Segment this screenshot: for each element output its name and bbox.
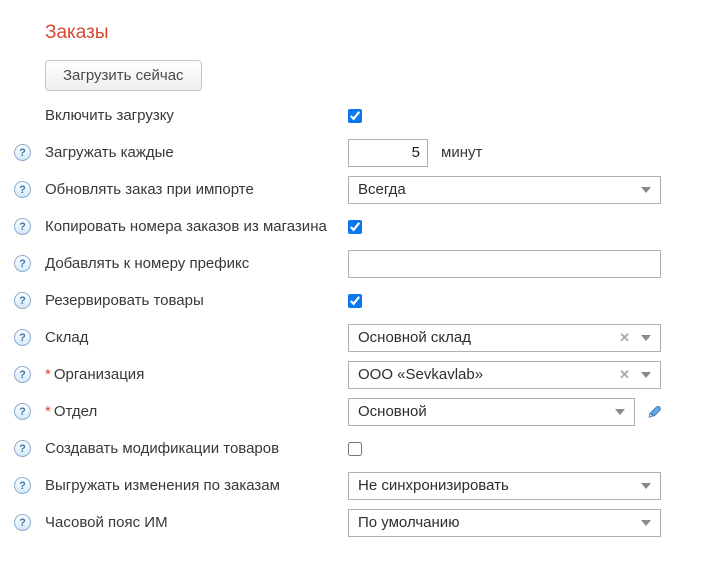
field-label: Резервировать товары xyxy=(45,292,348,309)
clear-icon[interactable]: ✕ xyxy=(619,368,630,381)
interval-unit-label: минут xyxy=(441,144,482,161)
select-value: Основной склад xyxy=(358,329,619,346)
export-order-changes-select[interactable]: Не синхронизировать xyxy=(348,472,661,500)
dropdown-arrow-icon[interactable] xyxy=(641,483,651,489)
warehouse-combo[interactable]: Основной склад ✕ xyxy=(348,324,661,352)
field-label: Создавать модификации товаров xyxy=(45,440,348,457)
organization-combo[interactable]: ООО «Sevkavlab» ✕ xyxy=(348,361,661,389)
help-icon[interactable]: ? xyxy=(14,255,31,272)
form-row-enable-load: Включить загрузку xyxy=(0,97,709,134)
required-asterisk: * xyxy=(45,403,51,420)
field-label: Добавлять к номеру префикс xyxy=(45,255,348,272)
help-icon[interactable]: ? xyxy=(14,144,31,161)
form-row-update-on-import: ? Обновлять заказ при импорте Всегда xyxy=(0,171,709,208)
load-now-button[interactable]: Загрузить сейчас xyxy=(45,60,202,91)
field-label: Обновлять заказ при импорте xyxy=(45,181,348,198)
enable-load-checkbox[interactable] xyxy=(348,109,362,123)
form-row-shop-timezone: ? Часовой пояс ИМ По умолчанию xyxy=(0,504,709,541)
form-row-reserve-goods: ? Резервировать товары xyxy=(0,282,709,319)
shop-timezone-select[interactable]: По умолчанию xyxy=(348,509,661,537)
load-interval-input[interactable] xyxy=(348,139,428,167)
orders-settings-page: Заказы Загрузить сейчас Включить загрузк… xyxy=(0,0,709,586)
help-icon[interactable]: ? xyxy=(14,218,31,235)
update-order-on-import-select[interactable]: Всегда xyxy=(348,176,661,204)
department-select[interactable]: Основной xyxy=(348,398,635,426)
order-prefix-input[interactable] xyxy=(348,250,661,278)
help-icon[interactable]: ? xyxy=(14,181,31,198)
help-icon[interactable]: ? xyxy=(14,477,31,494)
page-title: Заказы xyxy=(45,22,709,44)
field-label: Загружать каждые xyxy=(45,144,348,161)
form-row-order-prefix: ? Добавлять к номеру префикс xyxy=(0,245,709,282)
help-icon[interactable]: ? xyxy=(14,292,31,309)
help-icon[interactable]: ? xyxy=(14,440,31,457)
required-asterisk: * xyxy=(45,366,51,383)
select-value: Основной xyxy=(358,403,615,420)
edit-pencil-icon[interactable] xyxy=(646,403,663,420)
settings-form: Включить загрузку ? Загружать каждые мин… xyxy=(0,97,709,541)
form-row-warehouse: ? Склад Основной склад ✕ xyxy=(0,319,709,356)
reserve-goods-checkbox[interactable] xyxy=(348,294,362,308)
field-label: Часовой пояс ИМ xyxy=(45,514,348,531)
select-value: По умолчанию xyxy=(358,514,641,531)
field-label: Отдел xyxy=(54,403,97,420)
copy-order-numbers-checkbox[interactable] xyxy=(348,220,362,234)
field-label: Включить загрузку xyxy=(45,107,348,124)
form-row-copy-order-numbers: ? Копировать номера заказов из магазина xyxy=(0,208,709,245)
form-row-load-interval: ? Загружать каждые минут xyxy=(0,134,709,171)
dropdown-arrow-icon[interactable] xyxy=(641,187,651,193)
help-icon[interactable]: ? xyxy=(14,329,31,346)
dropdown-arrow-icon[interactable] xyxy=(641,372,651,378)
select-value: Не синхронизировать xyxy=(358,477,641,494)
select-value: ООО «Sevkavlab» xyxy=(358,366,619,383)
help-icon[interactable]: ? xyxy=(14,366,31,383)
help-icon[interactable]: ? xyxy=(14,403,31,420)
select-value: Всегда xyxy=(358,181,641,198)
field-label: Копировать номера заказов из магазина xyxy=(45,218,348,235)
create-modifications-checkbox[interactable] xyxy=(348,442,362,456)
dropdown-arrow-icon[interactable] xyxy=(641,335,651,341)
field-label: Склад xyxy=(45,329,348,346)
form-row-department: ? *Отдел Основной xyxy=(0,393,709,430)
clear-icon[interactable]: ✕ xyxy=(619,331,630,344)
help-icon[interactable]: ? xyxy=(14,514,31,531)
form-row-export-order-changes: ? Выгружать изменения по заказам Не синх… xyxy=(0,467,709,504)
dropdown-arrow-icon[interactable] xyxy=(641,520,651,526)
form-row-organization: ? *Организация ООО «Sevkavlab» ✕ xyxy=(0,356,709,393)
form-row-create-modifications: ? Создавать модификации товаров xyxy=(0,430,709,467)
dropdown-arrow-icon[interactable] xyxy=(615,409,625,415)
field-label: Выгружать изменения по заказам xyxy=(45,477,348,494)
field-label: Организация xyxy=(54,366,144,383)
